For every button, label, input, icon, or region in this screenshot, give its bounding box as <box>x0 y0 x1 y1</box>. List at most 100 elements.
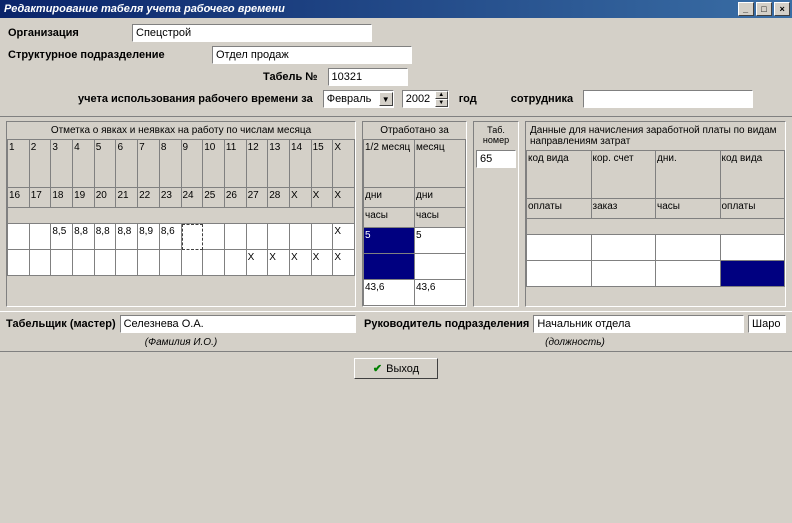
extra-input[interactable] <box>748 315 786 333</box>
close-button[interactable]: × <box>774 2 790 16</box>
day-header: 14 <box>290 140 312 188</box>
form-header: Организация Структурное подразделение Та… <box>0 18 792 117</box>
month-select[interactable]: Февраль ▼ <box>323 90 394 108</box>
tabno-input[interactable] <box>476 150 516 168</box>
mark-cell[interactable]: X <box>290 250 312 276</box>
maximize-button[interactable]: □ <box>756 2 772 16</box>
worked-cell[interactable]: 43,6 <box>415 280 466 306</box>
mark-cell[interactable]: X <box>247 250 269 276</box>
pay-cell[interactable] <box>656 261 721 287</box>
worked-cell[interactable] <box>415 254 466 280</box>
panel-tabno-header: Таб. номер <box>474 122 518 148</box>
day-header: 16 <box>8 188 30 208</box>
pay-cell-selected[interactable] <box>721 261 786 287</box>
worked-header: часы <box>415 208 466 228</box>
mark-cell[interactable]: 8,8 <box>73 224 95 250</box>
minimize-button[interactable]: _ <box>738 2 754 16</box>
mark-cell[interactable] <box>203 250 225 276</box>
mark-cell[interactable]: 8,9 <box>138 224 160 250</box>
pay-header: дни. <box>656 151 721 199</box>
mark-cell[interactable] <box>268 224 290 250</box>
pay-cell[interactable] <box>592 261 657 287</box>
panel-worked-header: Отработано за <box>363 122 466 139</box>
pay-cell[interactable] <box>721 235 786 261</box>
mark-cell[interactable]: X <box>333 224 355 250</box>
pay-cell[interactable] <box>527 235 592 261</box>
mark-cell[interactable] <box>30 224 52 250</box>
pay-header: код вида <box>527 151 592 199</box>
dept-input[interactable] <box>212 46 412 64</box>
worked-cell[interactable]: 43,6 <box>364 280 415 306</box>
mark-cell[interactable] <box>160 250 182 276</box>
titlebar: Редактирование табеля учета рабочего вре… <box>0 0 792 18</box>
mark-cell-cursor[interactable] <box>182 224 204 250</box>
mark-cell[interactable] <box>8 250 30 276</box>
tabel-input[interactable] <box>328 68 408 86</box>
period-label: учета использования рабочего времени за <box>78 93 313 105</box>
pay-cell[interactable] <box>592 235 657 261</box>
day-header: 24 <box>182 188 204 208</box>
tabelchik-input[interactable] <box>120 315 356 333</box>
mark-cell[interactable] <box>312 224 334 250</box>
day-header: 18 <box>51 188 73 208</box>
marks-grid[interactable]: 1 2 3 4 5 6 7 8 9 10 11 12 13 14 15 X 16… <box>7 139 355 276</box>
mark-cell[interactable] <box>138 250 160 276</box>
worked-cell-selected[interactable]: 5 <box>364 228 415 254</box>
day-header: 25 <box>203 188 225 208</box>
day-header: 5 <box>95 140 117 188</box>
worked-cell-selected[interactable] <box>364 254 415 280</box>
day-header: 22 <box>138 188 160 208</box>
mark-cell[interactable]: 8,6 <box>160 224 182 250</box>
spin-down-icon[interactable]: ▼ <box>435 99 448 107</box>
mark-cell[interactable] <box>182 250 204 276</box>
day-header: 11 <box>225 140 247 188</box>
panel-marks: Отметка о явках и неявках на работу по ч… <box>6 121 356 307</box>
spin-up-icon[interactable]: ▲ <box>435 91 448 99</box>
mark-cell[interactable]: 8,8 <box>116 224 138 250</box>
employee-input[interactable] <box>583 90 753 108</box>
worked-header: месяц <box>415 140 466 188</box>
pay-cell[interactable] <box>656 235 721 261</box>
day-header: 10 <box>203 140 225 188</box>
pay-cell[interactable] <box>527 261 592 287</box>
mark-cell[interactable] <box>51 250 73 276</box>
exit-button-label: Выход <box>386 363 419 375</box>
mark-cell[interactable] <box>8 224 30 250</box>
mark-cell[interactable]: 8,5 <box>51 224 73 250</box>
dept-label: Структурное подразделение <box>8 49 208 61</box>
mark-cell[interactable] <box>95 250 117 276</box>
chevron-down-icon[interactable]: ▼ <box>379 92 393 106</box>
ruk-input[interactable] <box>533 315 744 333</box>
day-header: 19 <box>73 188 95 208</box>
day-header: X <box>290 188 312 208</box>
day-header: X <box>333 188 355 208</box>
mark-cell[interactable]: X <box>312 250 334 276</box>
year-spinner[interactable]: 2002 ▲ ▼ <box>402 90 449 108</box>
exit-button[interactable]: ✔ Выход <box>354 358 438 379</box>
panel-pay: Данные для начисления заработной платы п… <box>525 121 786 307</box>
org-input[interactable] <box>132 24 372 42</box>
mark-cell[interactable] <box>225 224 247 250</box>
mark-cell[interactable] <box>116 250 138 276</box>
pay-header: кор. счет <box>592 151 657 199</box>
pay-header: заказ <box>592 199 657 219</box>
mark-cell[interactable]: X <box>268 250 290 276</box>
mark-cell[interactable] <box>30 250 52 276</box>
day-header: 21 <box>116 188 138 208</box>
worked-header: дни <box>364 188 415 208</box>
mark-cell[interactable] <box>225 250 247 276</box>
mark-cell[interactable]: X <box>333 250 355 276</box>
mark-cell[interactable]: 8,8 <box>95 224 117 250</box>
mark-cell[interactable] <box>73 250 95 276</box>
worked-cell[interactable]: 5 <box>415 228 466 254</box>
worked-grid[interactable]: 1/2 месяц месяц дни дни часы часы 5 5 43… <box>363 139 466 306</box>
mark-cell[interactable] <box>290 224 312 250</box>
day-header: 12 <box>247 140 269 188</box>
panel-tabno: Таб. номер <box>473 121 519 307</box>
mark-cell[interactable] <box>203 224 225 250</box>
panel-marks-header: Отметка о явках и неявках на работу по ч… <box>7 122 355 139</box>
day-header: 27 <box>247 188 269 208</box>
tabelchik-hint: (Фамилия И.О.) <box>6 337 356 348</box>
pay-grid[interactable]: код вида кор. счет дни. код вида оплаты … <box>526 150 785 287</box>
mark-cell[interactable] <box>247 224 269 250</box>
